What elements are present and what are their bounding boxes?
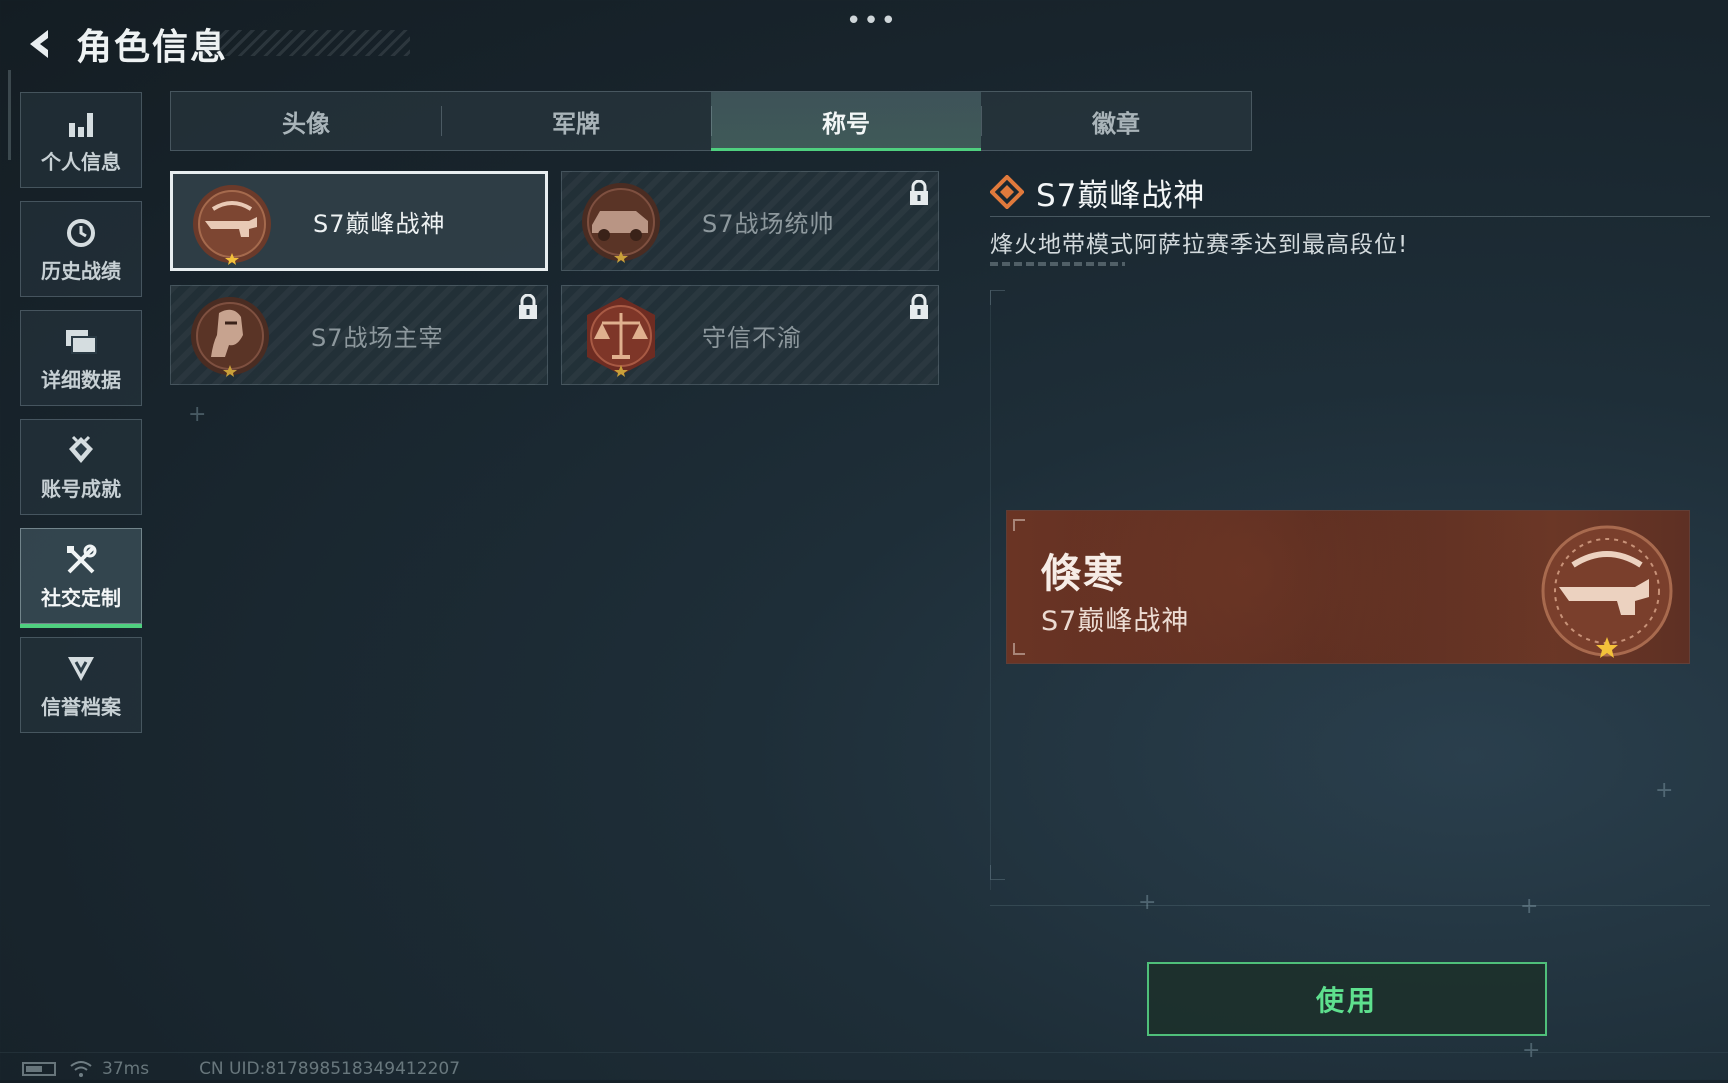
title-diamond-icon [989, 174, 1025, 210]
status-bar: 37ms CN UID:817898518349412207 [22, 1058, 460, 1080]
bar-chart-icon [63, 106, 99, 142]
sidebar-item-social-customization[interactable]: 社交定制 [20, 528, 142, 628]
title-card-keep-faith[interactable]: 守信不渝 [561, 285, 939, 385]
title-card-label: 守信不渝 [702, 323, 802, 352]
sidebar: 个人信息 历史战绩 详细数据 账号成就 社交定制 信誉档案 [20, 92, 144, 746]
reputation-shield-icon [63, 651, 99, 687]
detail-description: 烽火地带模式阿萨拉赛季达到最高段位! [990, 232, 1409, 258]
title-card-label: S7战场统帅 [702, 209, 835, 238]
title-card-label: S7巅峰战神 [313, 209, 446, 238]
sidebar-item-label: 历史战绩 [41, 258, 121, 283]
sidebar-item-achievements[interactable]: 账号成就 [20, 419, 142, 515]
tab-badge[interactable]: 徽章 [981, 92, 1251, 150]
title-card-s7-battlefield-commander[interactable]: S7战场统帅 [561, 171, 939, 271]
sidebar-item-history[interactable]: 历史战绩 [20, 201, 142, 297]
preview-title: S7巅峰战神 [1041, 606, 1190, 637]
sidebar-item-label: 详细数据 [41, 367, 121, 392]
lock-icon [908, 179, 930, 206]
vehicle-emblem-icon [580, 181, 662, 263]
lock-icon [517, 293, 539, 320]
sidebar-item-detailed-data[interactable]: 详细数据 [20, 310, 142, 406]
rifle-emblem-icon [1537, 521, 1677, 661]
tab-title[interactable]: 称号 [711, 92, 981, 151]
dash-decoration [990, 262, 1125, 266]
corner-bracket [1013, 519, 1025, 531]
sidebar-item-label: 社交定制 [41, 585, 121, 610]
soldier-emblem-icon [189, 295, 271, 377]
divider [990, 216, 1710, 217]
detail-title: S7巅峰战神 [989, 172, 1206, 214]
tab-bar: 头像 军牌 称号 徽章 [170, 91, 1252, 151]
sidebar-item-label: 信誉档案 [41, 694, 121, 719]
lock-icon [908, 293, 930, 320]
sidebar-item-reputation[interactable]: 信誉档案 [20, 637, 142, 733]
title-card-label: S7战场主宰 [311, 323, 444, 352]
preview-player-name: 倏寒 [1041, 551, 1125, 597]
data-cards-icon [63, 324, 99, 360]
title-card-s7-peak-god[interactable]: S7巅峰战神 [170, 171, 548, 271]
achievement-medal-icon [63, 433, 99, 469]
more-options-icon[interactable]: ••• [846, 6, 898, 36]
tools-cross-icon [63, 542, 99, 578]
tab-avatar[interactable]: 头像 [171, 92, 441, 150]
corner-bracket [1013, 643, 1025, 655]
back-arrow-icon[interactable] [20, 24, 60, 64]
header: 角色信息 [20, 18, 228, 70]
ping-value: 37ms [102, 1059, 150, 1079]
history-clock-icon [63, 215, 99, 251]
use-button[interactable]: 使用 [1147, 962, 1547, 1036]
title-preview-banner: 倏寒 S7巅峰战神 [1007, 511, 1689, 663]
sidebar-item-label: 个人信息 [41, 149, 121, 174]
title-card-s7-battlefield-ruler[interactable]: S7战场主宰 [170, 285, 548, 385]
sidebar-item-label: 账号成就 [41, 476, 121, 501]
sidebar-edge-decoration [8, 70, 11, 160]
detail-title-name: S7巅峰战神 [1036, 177, 1206, 214]
sidebar-item-personal-info[interactable]: 个人信息 [20, 92, 142, 188]
tab-dog-tag[interactable]: 军牌 [441, 92, 711, 150]
rifle-emblem-icon [191, 183, 273, 265]
wifi-icon [70, 1060, 92, 1078]
title-hatch-decoration [200, 30, 410, 56]
user-uid: CN UID:817898518349412207 [199, 1059, 461, 1079]
scales-emblem-icon [580, 295, 662, 377]
battery-icon [22, 1062, 56, 1076]
